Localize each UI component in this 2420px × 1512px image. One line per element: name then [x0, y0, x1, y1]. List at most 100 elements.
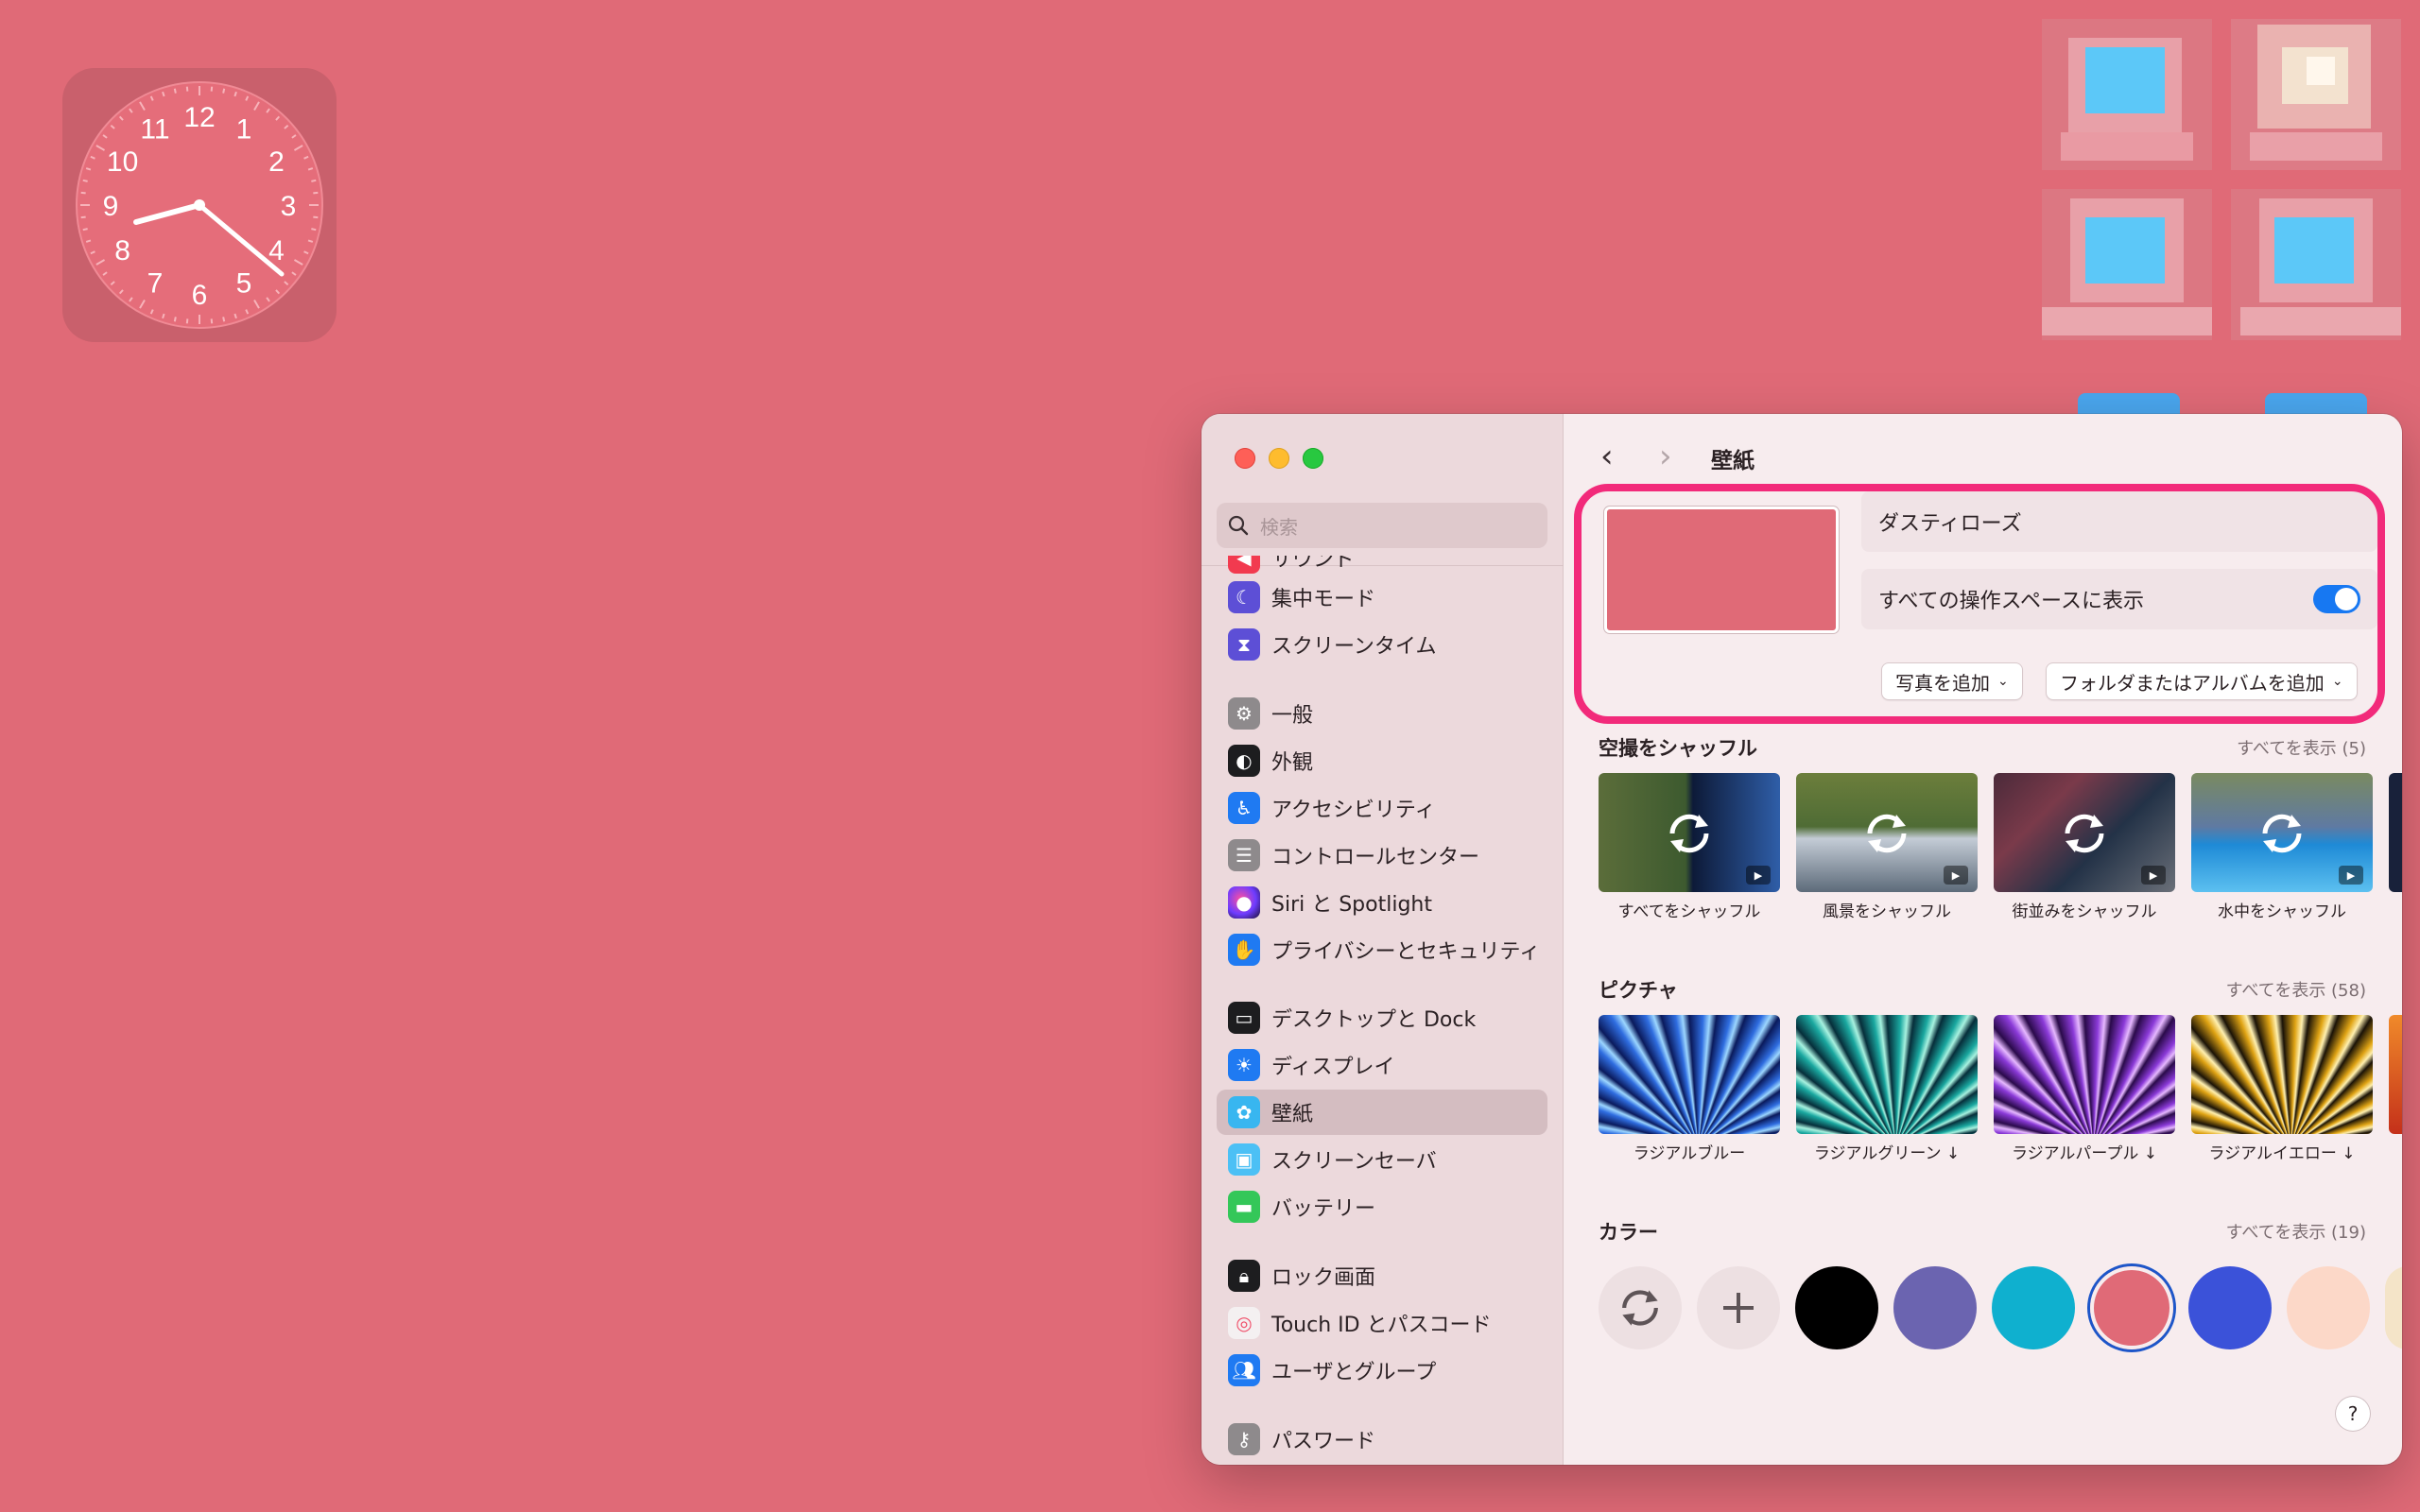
- minimize-button[interactable]: [1269, 448, 1289, 469]
- accessibility-icon: ♿: [1228, 792, 1260, 824]
- clock-tick: [311, 179, 317, 182]
- sidebar-item-label: アクセシビリティ: [1271, 799, 1436, 822]
- lock-icon: 🔒︎: [1228, 1260, 1260, 1292]
- close-button[interactable]: [1235, 448, 1255, 469]
- sidebar-item-label: パスワード: [1271, 1430, 1376, 1453]
- aerial-section-title: 空撮をシャッフル: [1599, 737, 1757, 760]
- gear-icon: ⚙: [1228, 697, 1260, 730]
- clock-number: 4: [268, 235, 285, 266]
- add-color-button[interactable]: [1697, 1266, 1780, 1349]
- clock-number: 11: [140, 114, 169, 146]
- clock-tick: [82, 179, 88, 182]
- pictures-section-title: ピクチャ: [1599, 979, 1678, 1002]
- aerial-thumb-partial[interactable]: [2389, 773, 2402, 892]
- aerial-thumb-all[interactable]: ▶: [1599, 773, 1780, 892]
- sidebar-item-appearance[interactable]: ◐ 外観: [1217, 738, 1547, 783]
- color-swatch-peach[interactable]: [2287, 1266, 2370, 1349]
- flower-icon: ✿: [1228, 1096, 1260, 1128]
- picture-label: ラジアルグリーン ↓: [1813, 1144, 1961, 1163]
- sidebar-item-label: コントロールセンター: [1271, 846, 1480, 869]
- sidebar-item-battery[interactable]: ▬ バッテリー: [1217, 1184, 1547, 1229]
- clock-number: 7: [147, 267, 164, 299]
- sidebar-item-touch-id[interactable]: ◎ Touch ID とパスコード: [1217, 1300, 1547, 1346]
- moon-icon: ☾: [1228, 581, 1260, 613]
- desktop-folder-icon[interactable]: [2078, 387, 2182, 421]
- sidebar-list[interactable]: ◀ サウンド ☾ 集中モード ⧗ スクリーンタイム ⚙ 一般 ◐ 外観 ♿ アク…: [1217, 556, 1547, 1465]
- aerial-thumb-landscape[interactable]: ▶: [1796, 773, 1978, 892]
- forward-button[interactable]: ›: [1659, 440, 1672, 472]
- desktop-folder-icon[interactable]: [2265, 387, 2369, 421]
- appearance-icon: ◐: [1228, 745, 1260, 777]
- clock-widget[interactable]: 12 1 2 3 4 5 6 7 8 9 10 11: [62, 68, 337, 342]
- color-swatch-purple[interactable]: [1893, 1266, 1977, 1349]
- colors-show-all[interactable]: すべてを表示 (19): [2226, 1219, 2366, 1244]
- system-settings-window: 検索 ◀ サウンド ☾ 集中モード ⧗ スクリーンタイム ⚙ 一般 ◐ 外観 ♿…: [1201, 414, 2402, 1465]
- search-icon: [1228, 515, 1249, 536]
- picture-thumb-radial-purple[interactable]: [1994, 1015, 2175, 1134]
- search-field[interactable]: 検索: [1217, 503, 1547, 548]
- clock-tick: [210, 86, 214, 92]
- clock-number: 1: [236, 114, 252, 146]
- sidebar-item-passwords[interactable]: ⚷ パスワード: [1217, 1417, 1547, 1462]
- highlight-annotation: [1574, 484, 2385, 724]
- sidebar-item-privacy-security[interactable]: ✋ プライバシーとセキュリティ: [1217, 927, 1547, 972]
- desktop-file-icon[interactable]: [2042, 19, 2212, 189]
- zoom-button[interactable]: [1303, 448, 1323, 469]
- color-swatch-partial[interactable]: [2385, 1266, 2402, 1349]
- picture-thumb-partial[interactable]: [2389, 1015, 2402, 1134]
- sidebar-item-wallpaper[interactable]: ✿ 壁紙: [1217, 1090, 1547, 1135]
- sidebar-item-focus[interactable]: ☾ 集中モード: [1217, 575, 1547, 620]
- color-swatch-black[interactable]: [1795, 1266, 1878, 1349]
- color-swatch-dusty-rose-selected[interactable]: [2090, 1266, 2173, 1349]
- sidebar-item-screen-saver[interactable]: ▣ スクリーンセーバ: [1217, 1137, 1547, 1182]
- aerial-label: 風景をシャッフル: [1823, 902, 1951, 921]
- sidebar-item-label: スクリーンタイム: [1271, 635, 1437, 659]
- sidebar-item-accessibility[interactable]: ♿ アクセシビリティ: [1217, 785, 1547, 831]
- clock-tick: [222, 88, 226, 94]
- picture-thumb-radial-yellow[interactable]: [2191, 1015, 2373, 1134]
- shuffle-icon: [2262, 814, 2302, 853]
- auto-rotate-button[interactable]: [1599, 1266, 1682, 1349]
- sidebar-item-label: ロック画面: [1271, 1266, 1376, 1290]
- desktop-file-icon[interactable]: [2042, 189, 2212, 359]
- sidebar-item-label: バッテリー: [1271, 1197, 1376, 1221]
- users-icon: 👥︎: [1228, 1354, 1260, 1386]
- video-icon: ▶: [1746, 866, 1771, 885]
- picture-thumb-radial-blue[interactable]: [1599, 1015, 1780, 1134]
- sidebar-item-siri-spotlight[interactable]: ● Siri と Spotlight: [1217, 880, 1547, 925]
- sidebar-item-label: サウンド: [1271, 556, 1356, 572]
- clock-number: 2: [268, 146, 285, 178]
- desktop-file-icon[interactable]: [2231, 189, 2401, 359]
- control-center-icon: ☰: [1228, 839, 1260, 871]
- sidebar-item-label: ユーザとグループ: [1271, 1361, 1437, 1384]
- aerial-thumb-cityscape[interactable]: ▶: [1994, 773, 2175, 892]
- sidebar-item-general[interactable]: ⚙ 一般: [1217, 691, 1547, 736]
- sidebar-item-users-groups[interactable]: 👥︎ ユーザとグループ: [1217, 1348, 1547, 1393]
- dock-icon: ▭: [1228, 1002, 1260, 1034]
- clock-number: 8: [114, 235, 130, 266]
- pictures-show-all[interactable]: すべてを表示 (58): [2226, 977, 2366, 1002]
- clock-tick: [173, 88, 177, 94]
- help-button[interactable]: ?: [2336, 1397, 2370, 1431]
- sidebar-item-lock-screen[interactable]: 🔒︎ ロック画面: [1217, 1253, 1547, 1298]
- analog-clock: 12 12 3 45678 9 1011: [76, 81, 323, 329]
- desktop-image-icon[interactable]: [2231, 19, 2401, 189]
- aerial-thumb-underwater[interactable]: ▶: [2191, 773, 2373, 892]
- back-button[interactable]: ‹: [1600, 440, 1614, 472]
- aerial-label: 水中をシャッフル: [2218, 902, 2346, 921]
- picture-thumb-radial-green[interactable]: [1796, 1015, 1978, 1134]
- key-icon: ⚷: [1228, 1423, 1260, 1455]
- sidebar-item-control-center[interactable]: ☰ コントロールセンター: [1217, 833, 1547, 878]
- sidebar-item-displays[interactable]: ☀ ディスプレイ: [1217, 1042, 1547, 1088]
- sidebar-item-screen-time[interactable]: ⧗ スクリーンタイム: [1217, 622, 1547, 667]
- clock-tick: [222, 317, 226, 322]
- color-swatch-blue[interactable]: [2188, 1266, 2272, 1349]
- picture-label: ラジアルイエロー ↓: [2208, 1144, 2356, 1163]
- sidebar-item-desktop-dock[interactable]: ▭ デスクトップと Dock: [1217, 995, 1547, 1040]
- colors-section-title: カラー: [1599, 1221, 1658, 1244]
- siri-icon: ●: [1228, 886, 1260, 919]
- clock-tick: [80, 191, 86, 195]
- clock-number: 9: [103, 191, 119, 222]
- color-swatch-teal[interactable]: [1992, 1266, 2075, 1349]
- aerial-show-all[interactable]: すべてを表示 (5): [2237, 735, 2366, 760]
